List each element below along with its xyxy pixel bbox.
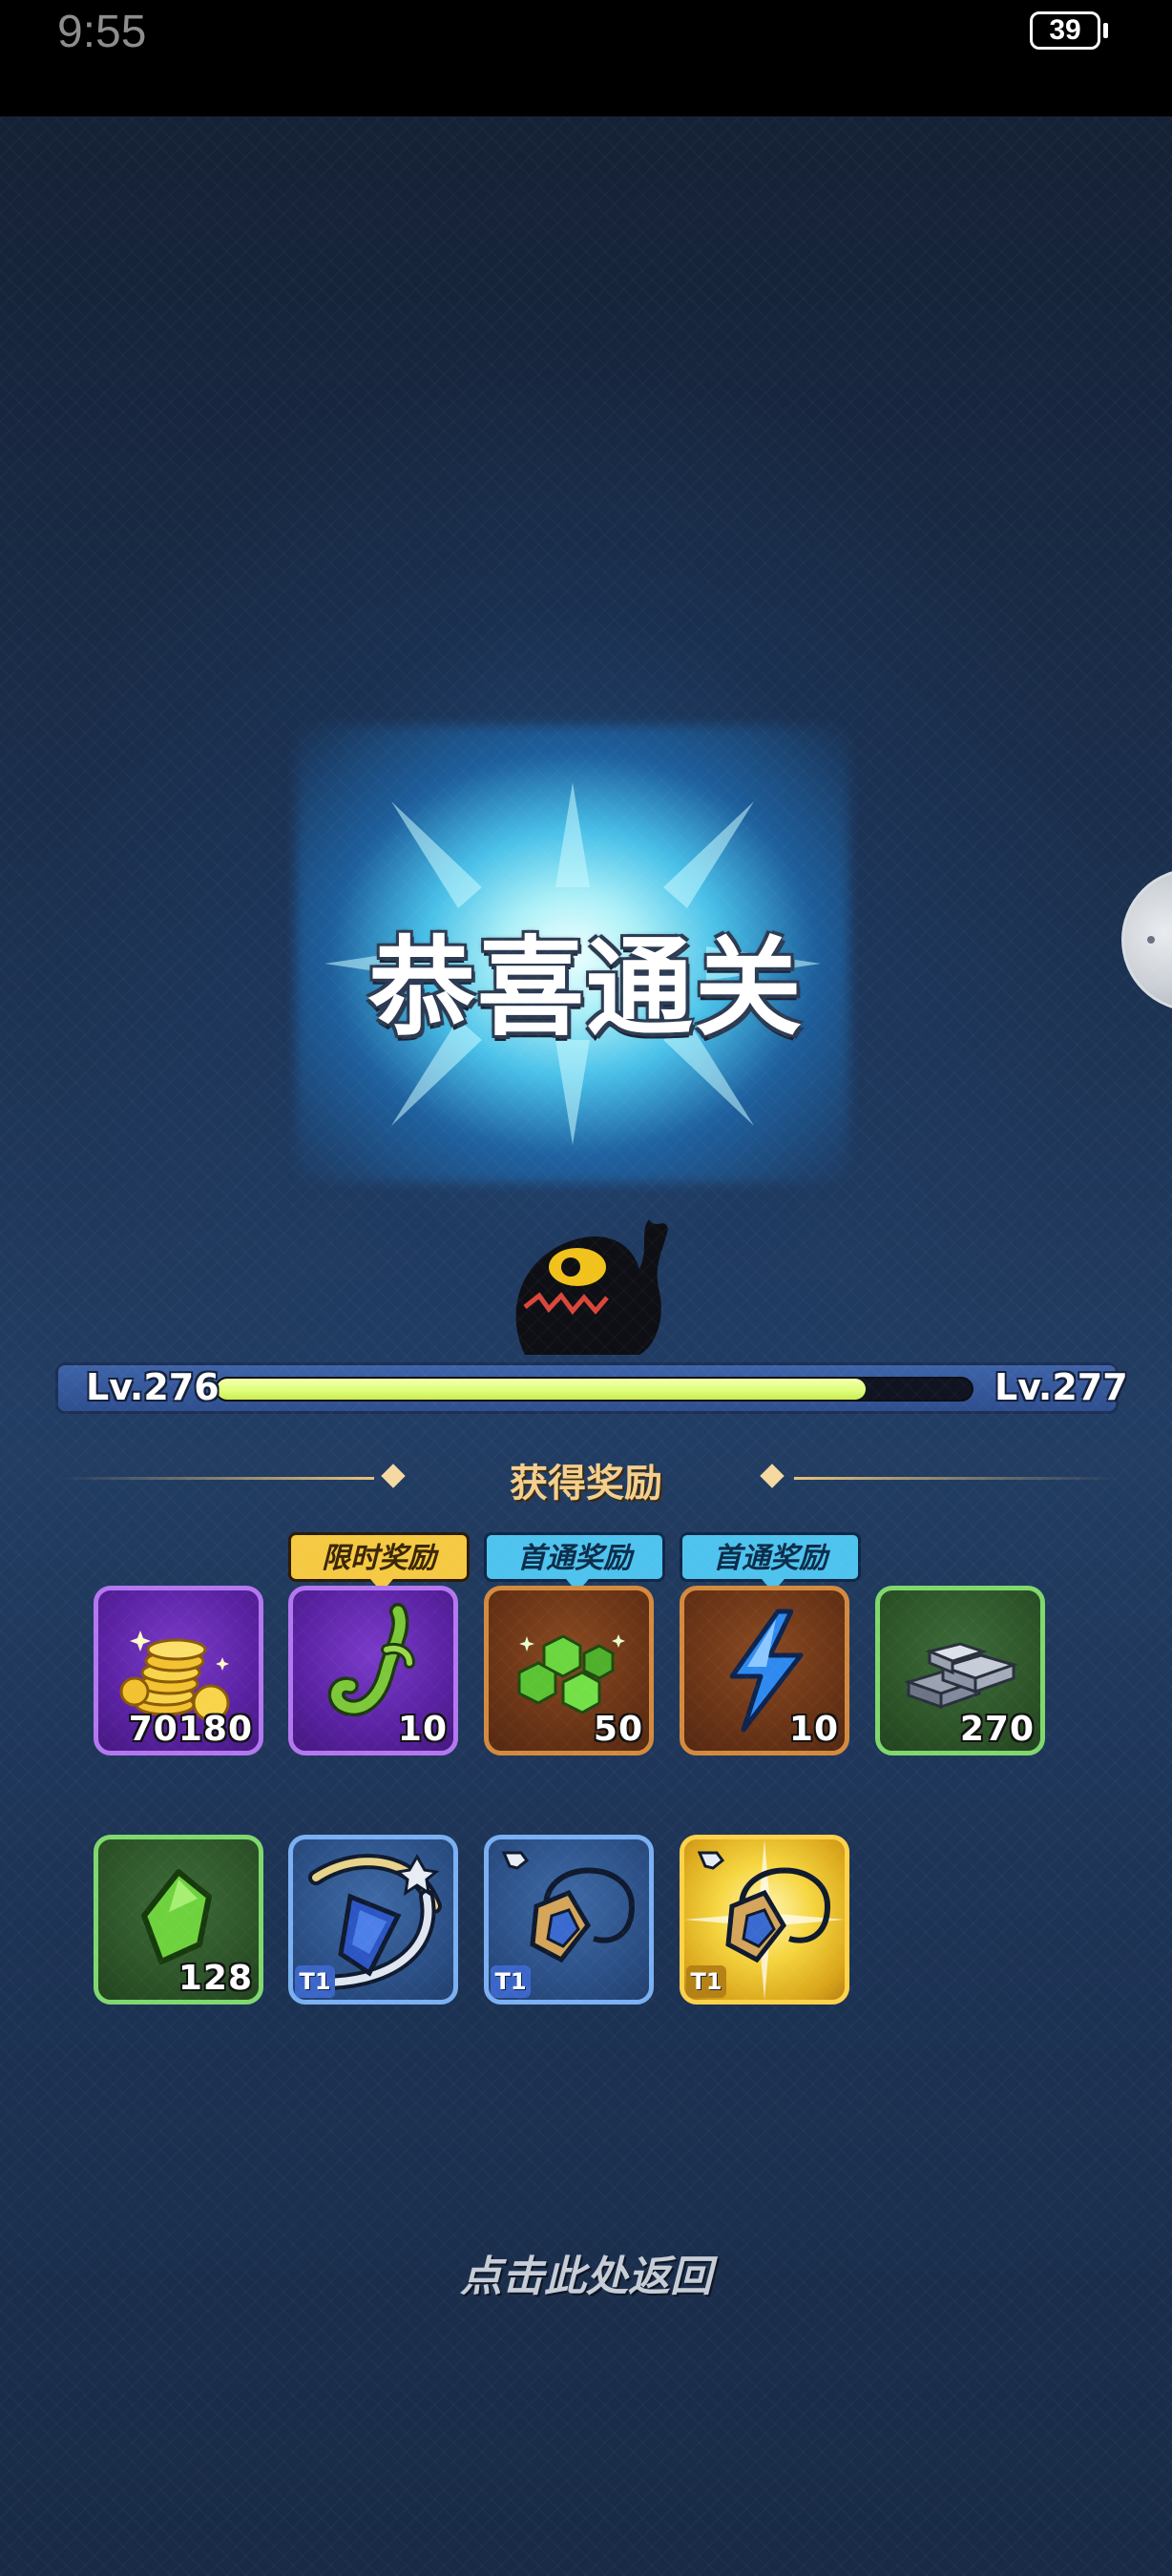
reward-item-amulet[interactable]: T1 <box>484 1835 654 2005</box>
rewards-header: 获得奖励 <box>510 1462 662 1506</box>
reward-quantity: 270 <box>959 1710 1035 1749</box>
reward-quantity: 70180 <box>128 1710 253 1749</box>
reward-item-crossbow[interactable]: T1 <box>288 1835 458 2005</box>
next-level-label: Lv.277 <box>994 1366 1128 1408</box>
limited-reward-tag: 限时奖励 <box>288 1532 470 1592</box>
tier-badge: T1 <box>491 1965 531 1998</box>
floating-button-dot <box>1147 936 1155 944</box>
current-level-label: Lv.276 <box>86 1366 220 1408</box>
reward-quantity: 10 <box>788 1710 839 1749</box>
game-screen[interactable]: { "status_bar": { "time": "9:55", "batte… <box>0 0 1172 2576</box>
status-time: 9:55 <box>57 7 147 57</box>
reward-item-gold-coins[interactable]: 70180 <box>94 1586 263 1755</box>
stage-clear-title: 恭喜通关 <box>368 926 804 1050</box>
reward-item-green-crystal[interactable]: 128 <box>94 1835 263 2005</box>
shadow-monster-icon <box>515 1219 668 1355</box>
first-clear-reward-tag: 首通奖励 <box>680 1532 861 1592</box>
header-divider-right <box>794 1477 1119 1480</box>
tap-to-return-button[interactable]: 点击此处返回 <box>0 2242 1172 2303</box>
reward-item-amulet-rare[interactable]: T1 <box>680 1835 849 2005</box>
first-clear-reward-tag: 首通奖励 <box>484 1532 665 1592</box>
level-progress-bar <box>215 1377 973 1402</box>
reward-item-silver-ingots[interactable]: 270 <box>875 1586 1045 1755</box>
reward-item-vine[interactable]: 10 <box>288 1586 458 1755</box>
level-progress-fill <box>217 1379 867 1400</box>
reward-item-lightning[interactable]: 10 <box>680 1586 849 1755</box>
reward-quantity: 128 <box>178 1959 253 1998</box>
reward-item-green-gems[interactable]: 50 <box>484 1586 654 1755</box>
status-bar: 9:55 39 <box>0 0 1172 116</box>
reward-quantity: 50 <box>593 1710 643 1749</box>
reward-quantity: 10 <box>397 1710 448 1749</box>
battery-tip <box>1103 23 1108 38</box>
tier-badge: T1 <box>686 1965 726 1998</box>
tier-badge: T1 <box>295 1965 335 1998</box>
battery-icon: 39 <box>1030 11 1100 50</box>
